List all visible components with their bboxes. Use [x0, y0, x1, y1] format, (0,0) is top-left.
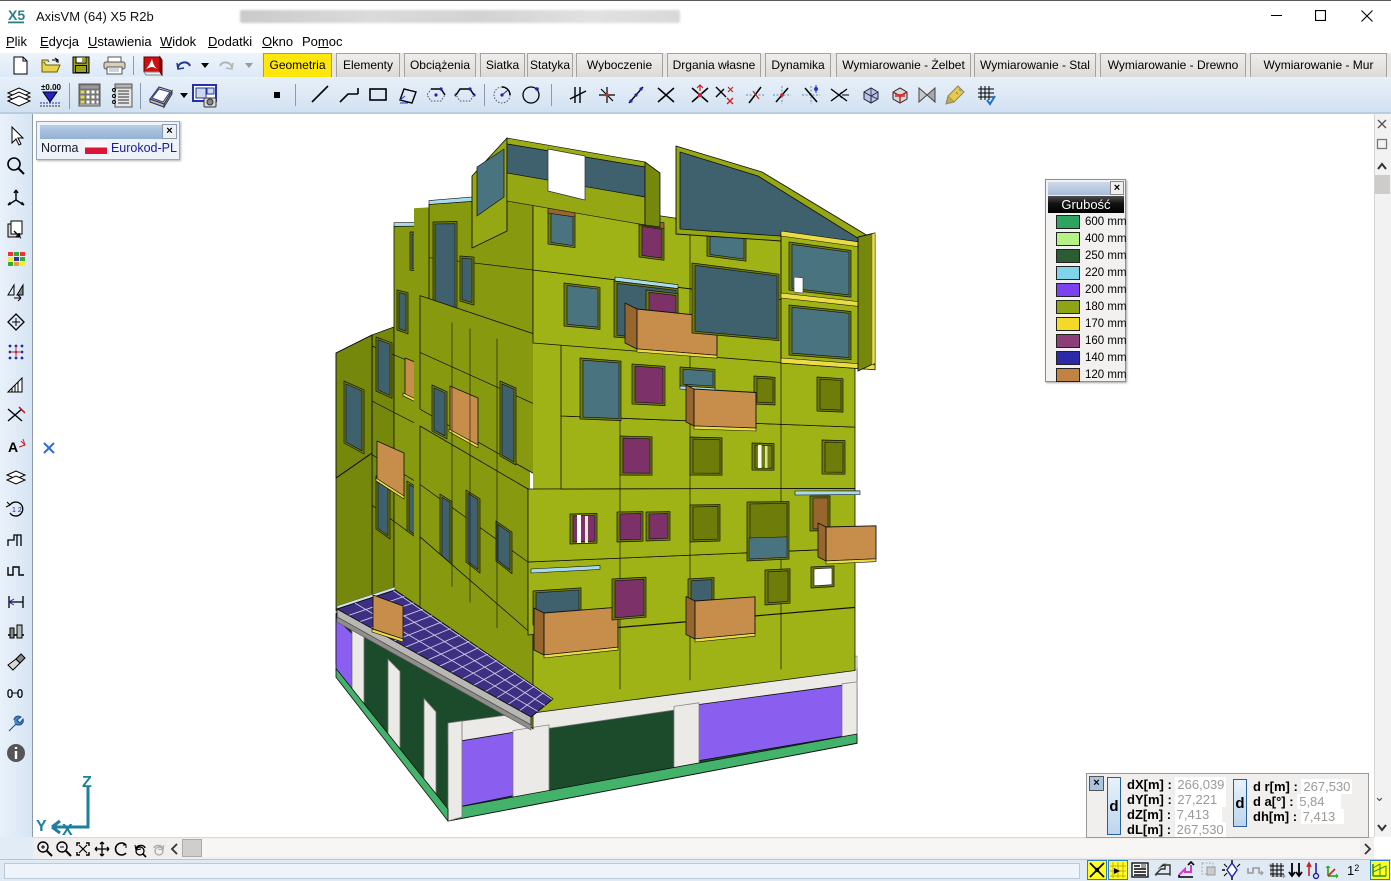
svg-text:±0.00: ±0.00 [41, 83, 62, 92]
svg-text:X5: X5 [8, 7, 25, 23]
svg-text:A: A [8, 439, 18, 455]
svg-text:X: X [62, 822, 73, 837]
svg-text:1 2: 1 2 [12, 507, 22, 514]
svg-text:12: 12 [1347, 863, 1359, 878]
svg-text:Y: Y [36, 818, 47, 835]
svg-text:Z: Z [82, 774, 92, 791]
